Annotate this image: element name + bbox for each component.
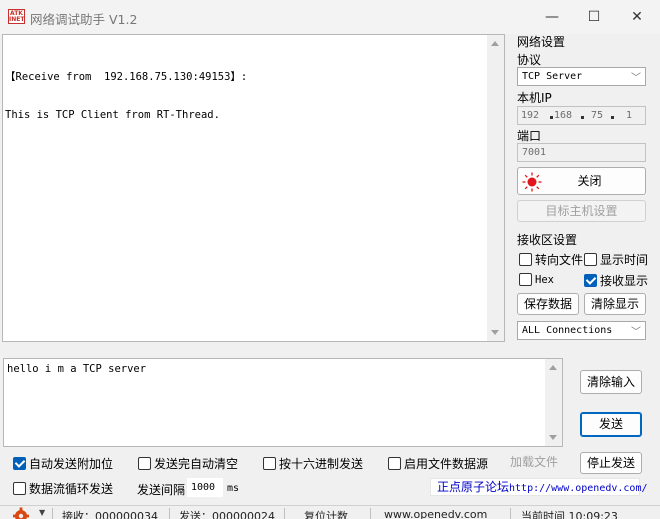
send-button[interactable]: 发送 bbox=[580, 412, 642, 437]
chevron-down-icon: ﹀ bbox=[631, 327, 641, 338]
send-scrollbar[interactable] bbox=[545, 359, 562, 446]
scroll-up-icon[interactable] bbox=[491, 41, 499, 46]
current-time: 当前时间 10:09:23 bbox=[521, 510, 618, 519]
show-receive-checkbox[interactable]: 接收显示 bbox=[584, 272, 648, 289]
status-bar: ▼ 接收：000000034 发送：000000024 复位计数 www.ope… bbox=[0, 505, 660, 519]
title-bar: ATK INET 网络调试助手 V1.2 — ☐ ✕ bbox=[0, 0, 660, 34]
caret-down-icon[interactable]: ▼ bbox=[39, 508, 45, 517]
ip-dot bbox=[611, 116, 614, 119]
separator bbox=[284, 508, 285, 519]
scroll-down-icon[interactable] bbox=[491, 330, 499, 335]
network-settings-title: 网络设置 bbox=[517, 35, 566, 49]
checkbox-box[interactable] bbox=[13, 482, 26, 495]
interval-input[interactable]: 1000 bbox=[187, 478, 223, 497]
gear-icon[interactable] bbox=[12, 507, 30, 519]
separator bbox=[52, 508, 53, 519]
scroll-down-icon[interactable] bbox=[549, 435, 557, 440]
local-ip-label: 本机IP bbox=[517, 91, 552, 105]
interval-label: 发送间隔 bbox=[137, 483, 186, 497]
show-time-checkbox[interactable]: 显示时间 bbox=[584, 251, 648, 268]
app-logo-icon: ATK INET bbox=[8, 9, 25, 24]
close-connection-button[interactable]: 关闭 bbox=[517, 167, 646, 195]
forum-url: http://www.openedv.com/ bbox=[509, 483, 648, 494]
scroll-up-icon[interactable] bbox=[549, 365, 557, 370]
receive-count: 接收：000000034 bbox=[62, 510, 158, 519]
checkbox-box[interactable] bbox=[388, 457, 401, 470]
checkbox-checked-icon[interactable] bbox=[584, 274, 597, 287]
status-led-icon bbox=[522, 172, 542, 192]
close-connection-label: 关闭 bbox=[577, 174, 602, 188]
load-file-button[interactable]: 加载文件 bbox=[503, 451, 565, 473]
reset-count-button[interactable]: 复位计数 bbox=[304, 508, 348, 519]
forum-name: 正点原子论坛 bbox=[437, 480, 510, 494]
clear-input-button[interactable]: 清除输入 bbox=[580, 370, 642, 394]
port-field[interactable]: 7001 bbox=[517, 143, 646, 162]
connections-select[interactable]: ALL Connections ﹀ bbox=[517, 321, 646, 340]
maximize-button[interactable]: ☐ bbox=[571, 0, 617, 34]
checkbox-box[interactable] bbox=[263, 457, 276, 470]
ip-octet: 1 bbox=[626, 110, 633, 121]
redirect-file-checkbox[interactable]: 转向文件 bbox=[519, 251, 583, 268]
website-link[interactable]: www.openedv.com bbox=[384, 508, 487, 519]
checkbox-box[interactable] bbox=[138, 457, 151, 470]
separator bbox=[510, 508, 511, 519]
send-content: hello i m a TCP server bbox=[7, 363, 147, 375]
target-host-button[interactable]: 目标主机设置 bbox=[517, 200, 646, 222]
stop-send-button[interactable]: 停止发送 bbox=[580, 452, 642, 474]
auto-append-checkbox[interactable]: 自动发送附加位 bbox=[13, 455, 113, 472]
receive-line: This is TCP Client from RT-Thread. bbox=[5, 108, 220, 121]
clear-after-send-checkbox[interactable]: 发送完自动清空 bbox=[138, 455, 238, 472]
receive-content: 【Receive from 192.168.75.130:49153】: Thi… bbox=[5, 46, 247, 134]
ip-dot bbox=[581, 116, 584, 119]
ip-octet: 192 bbox=[521, 110, 540, 121]
window-title: 网络调试助手 V1.2 bbox=[30, 12, 138, 27]
hex-receive-checkbox[interactable]: Hex bbox=[519, 272, 554, 286]
ip-octet: 168 bbox=[554, 110, 573, 121]
minimize-button[interactable]: — bbox=[529, 0, 575, 34]
chevron-down-icon: ﹀ bbox=[631, 73, 641, 84]
receive-settings-title: 接收区设置 bbox=[517, 233, 578, 247]
checkbox-box[interactable] bbox=[584, 253, 597, 266]
receive-scrollbar[interactable] bbox=[487, 35, 504, 341]
separator bbox=[370, 508, 371, 519]
protocol-select[interactable]: TCP Server ﹀ bbox=[517, 67, 646, 86]
local-ip-field[interactable]: 192 168 75 1 bbox=[517, 106, 646, 125]
ip-dot bbox=[550, 116, 553, 119]
separator bbox=[169, 508, 170, 519]
checkbox-box[interactable] bbox=[519, 273, 532, 286]
protocol-value: TCP Server bbox=[522, 71, 583, 82]
interval-unit: ms bbox=[227, 483, 240, 494]
forum-link[interactable]: 正点原子论坛http://www.openedv.com/ bbox=[430, 478, 648, 496]
port-label: 端口 bbox=[517, 129, 542, 143]
connections-value: ALL Connections bbox=[522, 325, 613, 336]
ip-octet: 75 bbox=[591, 110, 604, 121]
checkbox-box[interactable] bbox=[519, 253, 532, 266]
file-source-checkbox[interactable]: 启用文件数据源 bbox=[388, 455, 488, 472]
receive-line: 【Receive from 192.168.75.130:49153】: bbox=[5, 71, 248, 83]
protocol-label: 协议 bbox=[517, 53, 542, 67]
send-hex-checkbox[interactable]: 按十六进制发送 bbox=[263, 455, 363, 472]
save-data-button[interactable]: 保存数据 bbox=[517, 293, 579, 315]
loop-send-checkbox[interactable]: 数据流循环发送 bbox=[13, 480, 113, 497]
close-window-button[interactable]: ✕ bbox=[614, 0, 660, 34]
checkbox-checked-icon[interactable] bbox=[13, 457, 26, 470]
clear-display-button[interactable]: 清除显示 bbox=[584, 293, 646, 315]
send-count: 发送：000000024 bbox=[179, 510, 275, 519]
